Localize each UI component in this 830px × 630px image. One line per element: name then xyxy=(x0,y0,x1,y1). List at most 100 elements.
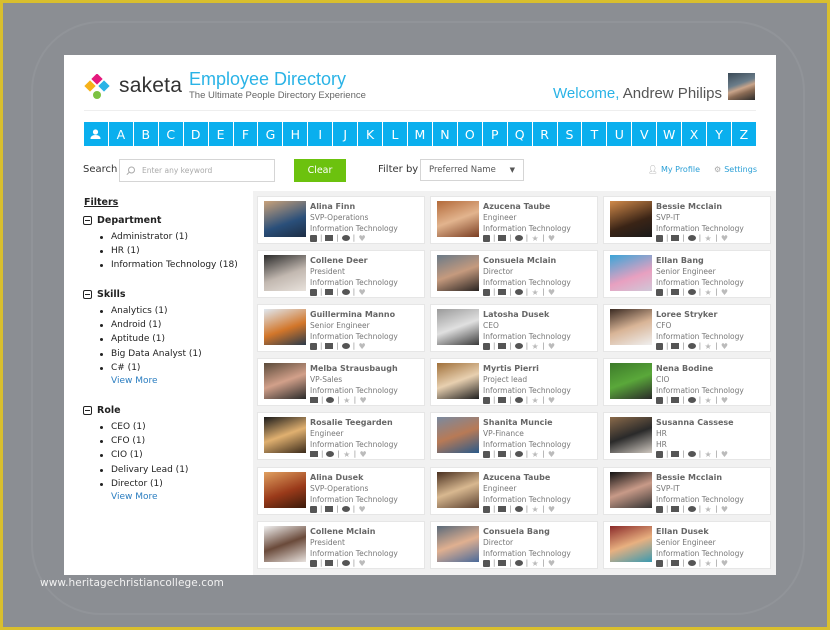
heart-icon[interactable]: ♥ xyxy=(720,288,728,297)
employee-card[interactable]: Nena Bodine CIO Information Technology | | | ★… xyxy=(603,358,771,406)
mail-icon[interactable] xyxy=(671,451,680,457)
employee-card[interactable]: Latosha Dusek CEO Information Technology | |… xyxy=(430,304,598,352)
chat-icon[interactable] xyxy=(326,451,335,457)
mail-icon[interactable] xyxy=(671,397,680,403)
heart-icon[interactable]: ♥ xyxy=(720,559,728,568)
letter-n-button[interactable]: N xyxy=(432,122,457,146)
employee-photo[interactable] xyxy=(610,526,652,562)
letter-b-button[interactable]: B xyxy=(133,122,158,146)
employee-photo[interactable] xyxy=(264,255,306,291)
employee-name[interactable]: Ellan Bang xyxy=(656,256,704,265)
employee-card[interactable]: Guillermina Manno Senior Engineer Informat… xyxy=(257,304,425,352)
phone-icon[interactable] xyxy=(483,559,490,567)
letter-d-button[interactable]: D xyxy=(183,122,208,146)
employee-card[interactable]: Bessie Mcclain SVP-IT Information Technolo… xyxy=(603,467,771,515)
letter-h-button[interactable]: H xyxy=(283,122,308,146)
letter-k-button[interactable]: K xyxy=(358,122,383,146)
letter-q-button[interactable]: Q xyxy=(507,122,532,146)
heart-icon[interactable]: ♥ xyxy=(358,559,366,568)
employee-name[interactable]: Consuela Mclain xyxy=(483,256,556,265)
employee-name[interactable]: Melba Strausbaugh xyxy=(310,364,398,373)
employee-photo[interactable] xyxy=(264,472,306,508)
employee-card[interactable]: Ellan Dusek Senior Engineer Information Te… xyxy=(603,521,771,569)
letter-j-button[interactable]: J xyxy=(333,122,358,146)
employee-photo[interactable] xyxy=(437,417,479,453)
employee-name[interactable]: Collene Deer xyxy=(310,256,368,265)
employee-name[interactable]: Alina Finn xyxy=(310,202,355,211)
letter-o-button[interactable]: O xyxy=(457,122,482,146)
chat-icon[interactable] xyxy=(514,560,523,566)
mail-icon[interactable] xyxy=(310,397,318,403)
mail-icon[interactable] xyxy=(671,343,680,349)
filter-option[interactable]: Android (1) xyxy=(100,318,202,332)
chat-icon[interactable] xyxy=(514,506,523,512)
heart-icon[interactable]: ♥ xyxy=(547,396,555,405)
phone-icon[interactable] xyxy=(483,288,490,296)
employee-name[interactable]: Bessie Mcclain xyxy=(656,202,722,211)
filter-option[interactable]: Analytics (1) xyxy=(100,304,202,318)
employee-card[interactable]: Rosalie Teegarden Engineer Information Tec… xyxy=(257,412,425,460)
employee-name[interactable]: Shanita Muncie xyxy=(483,418,553,427)
employee-photo[interactable] xyxy=(264,526,306,562)
mail-icon[interactable] xyxy=(325,343,334,349)
employee-photo[interactable] xyxy=(610,309,652,345)
letter-z-button[interactable]: Z xyxy=(731,122,756,146)
chat-icon[interactable] xyxy=(514,451,523,457)
phone-icon[interactable] xyxy=(310,288,317,296)
employee-name[interactable]: Ellan Dusek xyxy=(656,527,709,536)
star-icon[interactable]: ★ xyxy=(531,288,539,297)
heart-icon[interactable]: ♥ xyxy=(547,342,555,351)
employee-photo[interactable] xyxy=(264,417,306,453)
employee-photo[interactable] xyxy=(437,472,479,508)
phone-icon[interactable] xyxy=(310,505,317,513)
chat-icon[interactable] xyxy=(687,289,696,295)
phone-icon[interactable] xyxy=(656,450,663,458)
phone-icon[interactable] xyxy=(483,342,490,350)
heart-icon[interactable]: ♥ xyxy=(720,396,728,405)
chat-icon[interactable] xyxy=(341,235,350,241)
collapse-icon[interactable] xyxy=(83,216,92,225)
star-icon[interactable]: ★ xyxy=(704,288,712,297)
chat-icon[interactable] xyxy=(687,451,696,457)
filter-group-header[interactable]: Role xyxy=(83,405,188,416)
heart-icon[interactable]: ♥ xyxy=(720,342,728,351)
collapse-icon[interactable] xyxy=(83,290,92,299)
employee-photo[interactable] xyxy=(610,201,652,237)
phone-icon[interactable] xyxy=(656,505,663,513)
employee-photo[interactable] xyxy=(610,472,652,508)
filter-option[interactable]: Aptitude (1) xyxy=(100,332,202,346)
mail-icon[interactable] xyxy=(498,289,507,295)
mail-icon[interactable] xyxy=(498,397,507,403)
letter-i-button[interactable]: I xyxy=(308,122,333,146)
employee-name[interactable]: Rosalie Teegarden xyxy=(310,418,393,427)
mail-icon[interactable] xyxy=(498,506,507,512)
heart-icon[interactable]: ♥ xyxy=(358,288,366,297)
my-profile-link[interactable]: 👤︎ My Profile xyxy=(648,165,700,174)
filter-option[interactable]: Director (1) xyxy=(99,477,188,491)
clear-button[interactable]: Clear xyxy=(294,159,346,182)
star-icon[interactable]: ★ xyxy=(704,396,712,405)
star-icon[interactable]: ★ xyxy=(704,342,712,351)
mail-icon[interactable] xyxy=(325,289,334,295)
filter-by-select[interactable]: Preferred Name ▼ xyxy=(420,159,524,181)
all-people-button[interactable] xyxy=(84,122,108,146)
employee-name[interactable]: Myrtis Pierri xyxy=(483,364,539,373)
mail-icon[interactable] xyxy=(498,343,507,349)
heart-icon[interactable]: ♥ xyxy=(547,288,555,297)
star-icon[interactable]: ★ xyxy=(531,505,539,514)
chat-icon[interactable] xyxy=(514,289,523,295)
employee-photo[interactable] xyxy=(610,363,652,399)
mail-icon[interactable] xyxy=(671,506,680,512)
view-more-link[interactable]: View More xyxy=(83,491,188,504)
letter-s-button[interactable]: S xyxy=(557,122,582,146)
phone-icon[interactable] xyxy=(483,396,490,404)
employee-photo[interactable] xyxy=(437,309,479,345)
letter-c-button[interactable]: C xyxy=(158,122,183,146)
filter-option[interactable]: CFO (1) xyxy=(99,434,188,448)
star-icon[interactable]: ★ xyxy=(704,505,712,514)
letter-u-button[interactable]: U xyxy=(607,122,632,146)
chat-icon[interactable] xyxy=(514,343,523,349)
employee-name[interactable]: Loree Stryker xyxy=(656,310,717,319)
heart-icon[interactable]: ♥ xyxy=(547,450,555,459)
letter-t-button[interactable]: T xyxy=(582,122,607,146)
